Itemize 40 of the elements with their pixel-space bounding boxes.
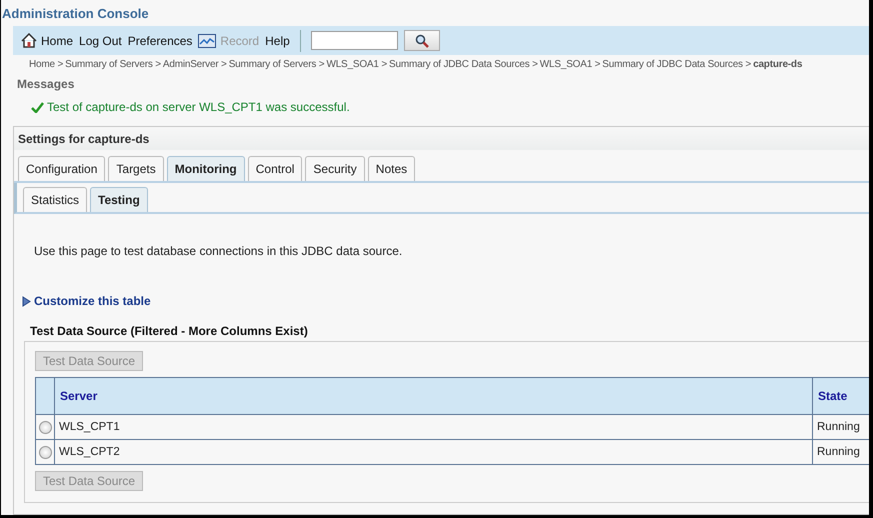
row-radio[interactable] [38,446,52,458]
check-icon [31,102,44,112]
breadcrumb-link[interactable]: AdminServer > [162,59,227,70]
breadcrumb-link[interactable]: capture-ds [753,59,802,70]
tab[interactable]: Monitoring [166,156,245,181]
toolbar-link[interactable]: Help [265,34,290,48]
chart-icon [198,34,216,48]
table-title: Test Data Source (Filtered - More Columns Exist) [29,323,309,340]
table-cell: WLS_CPT1 [54,414,812,440]
window-title: Administration Console [1,5,150,20]
customize-link[interactable]: Customize this table [34,294,151,308]
breadcrumb-link[interactable]: WLS_SOA1 > [540,59,600,70]
search-button[interactable] [404,30,440,51]
subtab[interactable]: Statistics [23,187,88,212]
house-icon [21,33,37,48]
search-field[interactable] [310,31,398,50]
subtab[interactable]: Testing [90,187,148,212]
tab[interactable]: Control [248,156,302,181]
table-cell: WLS_CPT2 [54,440,812,464]
toolbar-link[interactable]: Home [21,33,74,48]
tab[interactable]: Targets [108,156,164,181]
tab[interactable]: Configuration [18,156,106,181]
search-icon [414,34,429,48]
column-header: Server [54,378,812,414]
toolbar-link[interactable]: Log Out [79,34,122,48]
breadcrumb-link[interactable]: Summary of Servers > [65,59,161,70]
tab[interactable]: Security [305,156,365,181]
toolbar-link[interactable]: Preferences [128,34,192,48]
breadcrumb-link[interactable]: Summary of JDBC Data Sources > [388,59,538,70]
tab[interactable]: Notes [368,156,416,181]
success-message: Test of capture-ds on server WLS_CPT1 was successful. [47,100,350,114]
breadcrumb-link[interactable]: WLS_SOA1 > [326,59,387,70]
description-text: Use this page to test database connections in this JDBC data source. [33,243,404,258]
breadcrumb-link[interactable]: Summary of Servers > [228,59,324,70]
triangle-icon [22,296,31,306]
column-header: State [812,378,869,414]
breadcrumb-link[interactable]: Home > [29,59,64,70]
breadcrumb-link[interactable]: Summary of JDBC Data Sources > [602,59,752,70]
row-radio[interactable] [38,420,52,434]
messages-heading: Messages [16,76,76,91]
